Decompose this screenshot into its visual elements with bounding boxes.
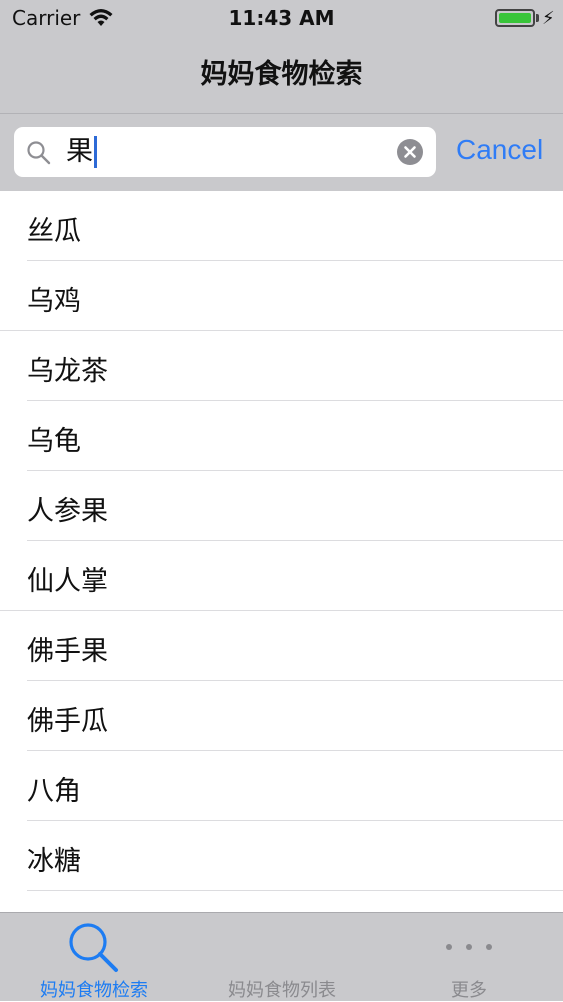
tab-food-list[interactable]: 妈妈食物列表 [188, 913, 376, 1001]
list-item[interactable]: 乌鸡 [0, 261, 563, 331]
page-title: 妈妈食物检索 [200, 59, 363, 90]
list-item-label: 人参果 [27, 496, 108, 527]
tab-label: 妈妈食物列表 [228, 980, 336, 1001]
more-icon [446, 944, 492, 950]
charging-icon: ⚡ [542, 8, 555, 29]
list-item[interactable]: 八角 [27, 751, 563, 821]
list-item-label: 乌龙茶 [27, 356, 108, 387]
list-item[interactable]: 人参果 [27, 471, 563, 541]
battery-cap [536, 14, 539, 22]
status-time: 11:43 AM [228, 6, 335, 30]
status-bar: Carrier 11:43 AM ⚡ [0, 0, 563, 38]
cancel-button[interactable]: Cancel [456, 134, 543, 166]
search-bar: 果 Cancel [0, 114, 563, 191]
list-item-label: 佛手果 [27, 636, 108, 667]
clear-text-icon[interactable] [397, 139, 423, 165]
tab-label: 更多 [451, 980, 487, 1001]
list-item[interactable]: 仙人掌 [0, 541, 563, 611]
list-item-label: 八角 [27, 776, 81, 807]
tab-more[interactable]: 更多 [375, 913, 563, 1001]
list-item[interactable]: 佛手果 [27, 611, 563, 681]
battery-icon [495, 9, 535, 27]
list-item-label: 冰糖 [27, 846, 81, 877]
list-icon [262, 929, 302, 965]
list-item-label: 乌鸡 [27, 286, 81, 317]
battery-level [499, 13, 531, 23]
list-item[interactable]: 佛手瓜 [27, 681, 563, 751]
tab-food-search[interactable]: 妈妈食物检索 [0, 913, 188, 1001]
results-list: 丝瓜 乌鸡 乌龙茶 乌龟 人参果 仙人掌 佛手果 佛手瓜 八角 冰糖 [0, 191, 563, 912]
list-item-label: 仙人掌 [27, 566, 108, 597]
list-item-label: 丝瓜 [27, 216, 81, 247]
list-item[interactable]: 丝瓜 [27, 191, 563, 261]
text-caret [94, 136, 97, 168]
list-item-label: 乌龟 [27, 426, 81, 457]
list-item-label: 佛手瓜 [27, 706, 108, 737]
search-field[interactable]: 果 [14, 127, 436, 177]
search-icon [69, 923, 118, 972]
search-query: 果 [66, 136, 93, 167]
tab-label: 妈妈食物检索 [40, 980, 148, 1001]
list-item[interactable]: 冰糖 [27, 821, 563, 891]
list-item[interactable]: 乌龟 [27, 401, 563, 471]
search-input[interactable]: 果 [66, 135, 97, 169]
tab-bar: 妈妈食物检索 妈妈食物列表 更多 [0, 912, 563, 1001]
navigation-header: Carrier 11:43 AM ⚡ 妈妈食物检索 [0, 0, 563, 114]
list-item[interactable]: 乌龙茶 [27, 331, 563, 401]
search-icon [27, 141, 51, 165]
